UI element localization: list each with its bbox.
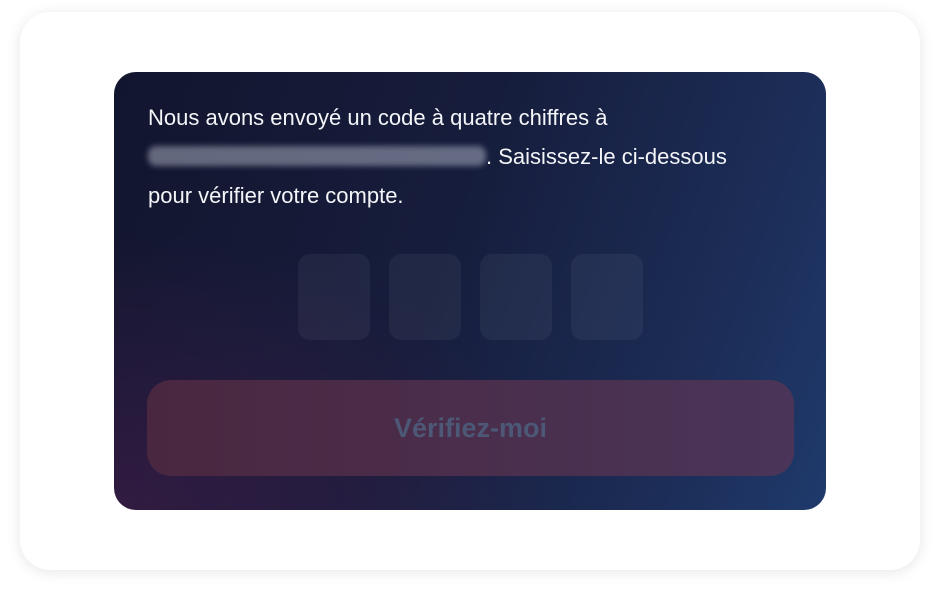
message-line-1: Nous avons envoyé un code à quatre chiff…	[148, 105, 608, 130]
message-line-2: . Saisissez-le ci-dessous	[486, 144, 727, 169]
verification-card: Nous avons envoyé un code à quatre chiff…	[114, 72, 826, 510]
code-digit-input-1[interactable]	[298, 254, 370, 340]
verify-button[interactable]: Vérifiez-moi	[147, 380, 794, 476]
verification-message: Nous avons envoyé un code à quatre chiff…	[148, 98, 798, 215]
verify-button-label: Vérifiez-moi	[393, 412, 548, 443]
code-digit-input-2[interactable]	[389, 254, 461, 340]
code-input-group	[298, 254, 643, 340]
code-digit-input-3[interactable]	[480, 254, 552, 340]
code-digit-input-4[interactable]	[571, 254, 643, 340]
message-line-3: pour vérifier votre compte.	[148, 183, 404, 208]
redacted-email	[148, 146, 486, 166]
